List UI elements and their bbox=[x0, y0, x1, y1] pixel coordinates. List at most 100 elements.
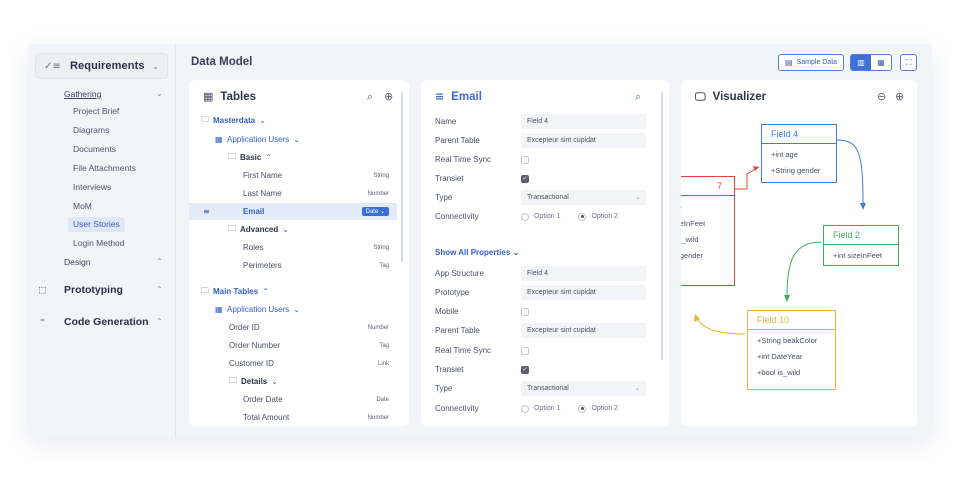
expand-icon[interactable]: ⛶ bbox=[900, 54, 917, 71]
tree-table-application-users-2[interactable]: ▦ Application Users ⌄ bbox=[189, 301, 397, 318]
sample-data-button[interactable]: ▤ Sample Data bbox=[778, 54, 845, 71]
sidebar-item-interviews[interactable]: Interviews bbox=[68, 180, 116, 195]
table-icon: ▦ bbox=[215, 135, 223, 144]
requirements-label: Requirements bbox=[70, 60, 145, 72]
tree-field-row[interactable]: Total Amount Number bbox=[189, 409, 397, 426]
zoom-in-icon[interactable]: ⊕ bbox=[895, 90, 904, 103]
sidebar-item-diagrams[interactable]: Diagrams bbox=[68, 123, 114, 138]
field-properties-panel: ≡ Email ⌕ Name Field 4 Parent Table Exce… bbox=[421, 80, 669, 426]
view-toggle[interactable]: ▥ ▦ bbox=[850, 54, 892, 71]
zoom-out-icon[interactable]: ⊖ bbox=[877, 90, 886, 103]
chevron-down-icon: ⌄ bbox=[282, 225, 289, 234]
real-time-sync-2-checkbox[interactable] bbox=[521, 346, 529, 355]
name-input[interactable]: Field 4 bbox=[521, 114, 646, 129]
folder-icon: 🗀 bbox=[201, 114, 209, 124]
diagram-card-field7[interactable]: 7 je zeInFeet is_wild j gender bbox=[681, 176, 735, 286]
tree-field-row[interactable]: Customer ID Link bbox=[189, 355, 397, 372]
radio-circle bbox=[578, 212, 587, 221]
real-time-sync-checkbox[interactable] bbox=[521, 155, 529, 164]
prop-label: Name bbox=[435, 117, 457, 126]
tree-field-row[interactable]: Last Name Number bbox=[189, 185, 397, 202]
prop-prototype-row: Prototype Excepteur sint cupidat bbox=[435, 284, 646, 301]
sidebar-item-user-stories[interactable]: User Stories bbox=[68, 217, 125, 232]
card-line: +int DateYear bbox=[757, 352, 803, 361]
prop-label: Transiet bbox=[435, 174, 464, 183]
prop-real-time-sync-2-row: Real Time Sync bbox=[435, 342, 646, 359]
add-circle-icon[interactable]: ⊕ bbox=[384, 90, 393, 103]
show-all-properties-link[interactable]: Show All Properties ⌄ bbox=[435, 248, 519, 257]
tree-folder-advanced[interactable]: 🗀 Advanced ⌄ bbox=[189, 221, 397, 238]
folder-icon: 🗀 bbox=[228, 223, 236, 233]
tree-field-row-selected[interactable]: ≡ Email Date ⌄ bbox=[189, 203, 397, 220]
diagram-canvas[interactable]: 7 je zeInFeet is_wild j gender Field 4 +… bbox=[681, 112, 917, 426]
sidebar-item-mom[interactable]: MoM bbox=[68, 199, 97, 214]
chevron-up-icon[interactable]: ⌃ bbox=[156, 285, 163, 294]
code-generation-label: Code Generation bbox=[64, 315, 149, 328]
tree-field-row[interactable]: Roles String bbox=[189, 239, 397, 256]
connector-blue-green bbox=[836, 139, 864, 205]
visualizer-panel-title: 🖵 Visualizer bbox=[695, 90, 766, 104]
tree-label: Advanced bbox=[240, 225, 279, 234]
option2-radio[interactable]: Option 2 bbox=[578, 404, 618, 413]
type-select[interactable]: Transactional ⌄ bbox=[521, 190, 646, 205]
table-icon: ▦ bbox=[203, 90, 214, 103]
tree-label: Masterdata bbox=[213, 116, 256, 125]
field-name: Roles bbox=[243, 243, 264, 252]
tree-field-row[interactable]: Perimeters Tag bbox=[189, 257, 397, 274]
transiet-2-checkbox[interactable]: ✓ bbox=[521, 365, 529, 374]
requirements-dropdown[interactable]: ✓≡ Requirements ⌄ bbox=[35, 53, 168, 79]
field-type: Number bbox=[367, 414, 389, 421]
search-icon[interactable]: ⌕ bbox=[635, 90, 641, 104]
tables-scrollbar[interactable] bbox=[401, 92, 403, 262]
sidebar-item-file-attachments[interactable]: File Attachments bbox=[68, 161, 141, 176]
tree-folder-details[interactable]: 🗀 Details ⌄ bbox=[189, 373, 397, 390]
email-panel-title: ≡ Email bbox=[435, 90, 482, 103]
option1-radio[interactable]: Option 1 bbox=[521, 404, 560, 413]
radio-circle bbox=[521, 212, 529, 221]
sidebar-section-prototyping[interactable]: ⬚ Prototyping bbox=[39, 283, 123, 296]
tree-table-application-users[interactable]: ▦ Application Users ⌄ bbox=[189, 131, 397, 148]
app-structure-input[interactable]: Field 4 bbox=[521, 266, 646, 281]
field-type-dropdown[interactable]: Date ⌄ bbox=[361, 207, 389, 216]
field-name: Email bbox=[243, 207, 265, 216]
chevron-up-icon: ⌃ bbox=[262, 287, 269, 296]
chevron-up-icon[interactable]: ⌃ bbox=[156, 317, 163, 326]
tree-field-row[interactable]: Order Date Date bbox=[189, 391, 397, 408]
tree-folder-basic[interactable]: 🗀 Basic ⌃ bbox=[189, 149, 397, 166]
prop-value: Excepteur sint cupidat bbox=[527, 137, 596, 144]
sidebar-item-login-method[interactable]: Login Method bbox=[68, 236, 130, 251]
properties-scrollbar[interactable] bbox=[661, 92, 663, 360]
type-2-select[interactable]: Transactional ⌄ bbox=[521, 381, 646, 396]
field-type: Number bbox=[367, 190, 389, 197]
search-icon[interactable]: ⌕ bbox=[367, 90, 373, 104]
parent-table-input[interactable]: Excepteur sint cupidat bbox=[521, 133, 646, 148]
sidebar-group-gathering[interactable]: Gathering bbox=[64, 89, 101, 99]
app-window: ✓≡ Requirements ⌄ Gathering ⌄ Project Br… bbox=[28, 44, 932, 438]
tree-field-row[interactable]: First Name String bbox=[189, 167, 397, 184]
sidebar-group-design[interactable]: Design bbox=[64, 257, 90, 267]
diagram-card-field4[interactable]: Field 4 +int age +String gender bbox=[761, 124, 837, 183]
option1-radio[interactable]: Option 1 bbox=[521, 212, 560, 221]
sidebar-section-code-generation[interactable]: ⁼ Code Generation bbox=[39, 315, 149, 328]
table-view-icon[interactable]: ▦ bbox=[871, 55, 891, 70]
tree-field-row[interactable]: Order Number Tag bbox=[189, 337, 397, 354]
mobile-checkbox[interactable] bbox=[521, 307, 529, 316]
diagram-card-field2[interactable]: Field 2 +int sizeInFeet bbox=[823, 225, 899, 266]
prop-label: Prototype bbox=[435, 288, 470, 297]
sidebar-item-project-brief[interactable]: Project Brief bbox=[68, 104, 124, 119]
chevron-down-icon[interactable]: ⌄ bbox=[156, 89, 163, 98]
card-title: Field 4 bbox=[762, 125, 836, 144]
visualizer-panel: 🖵 Visualizer ⊖ ⊕ 7 je bbox=[681, 80, 917, 426]
prototype-input[interactable]: Excepteur sint cupidat bbox=[521, 285, 646, 300]
tree-field-row[interactable]: Order ID Number bbox=[189, 319, 397, 336]
visualizer-title-text: Visualizer bbox=[712, 91, 767, 103]
diagram-card-field10[interactable]: Field 10 +String beakColor +int DateYear… bbox=[747, 310, 836, 390]
tree-group-masterdata[interactable]: 🗀 Masterdata ⌄ bbox=[189, 112, 397, 129]
tree-group-main-tables[interactable]: 🗀 Main Tables ⌃ bbox=[189, 283, 397, 300]
transiet-checkbox[interactable]: ✓ bbox=[521, 174, 529, 183]
parent-table-2-input[interactable]: Excepteur sint cupidat bbox=[521, 323, 646, 338]
sidebar-item-documents[interactable]: Documents bbox=[68, 142, 121, 157]
chevron-up-icon[interactable]: ⌃ bbox=[156, 257, 163, 266]
option2-radio[interactable]: Option 2 bbox=[578, 212, 618, 221]
columns-view-icon[interactable]: ▥ bbox=[851, 55, 871, 70]
